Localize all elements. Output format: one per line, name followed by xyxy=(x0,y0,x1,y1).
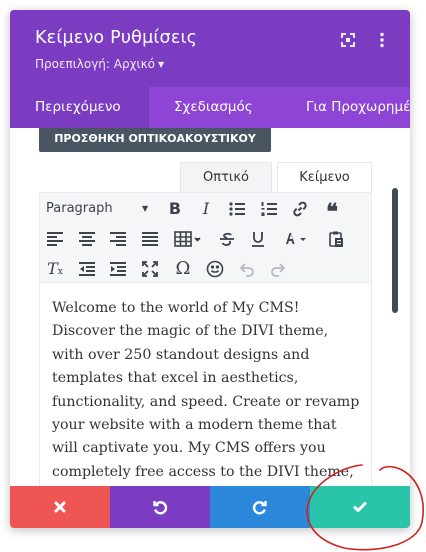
check-icon xyxy=(353,502,367,512)
undo-icon[interactable] xyxy=(236,258,258,280)
caret-down-icon: ▼ xyxy=(158,60,165,69)
fullscreen-icon[interactable] xyxy=(139,258,161,280)
special-character-icon[interactable]: Ω xyxy=(172,258,194,280)
undo-button[interactable] xyxy=(110,486,210,528)
paste-icon[interactable] xyxy=(325,228,347,250)
format-select-value: Paragraph xyxy=(46,201,113,216)
outdent-icon[interactable] xyxy=(76,258,98,280)
strikethrough-icon[interactable] xyxy=(216,228,238,250)
tab-content[interactable]: Περιεχόμενο xyxy=(10,87,149,128)
preset-dropdown[interactable]: Προεπιλογή: Αρχικό ▼ xyxy=(35,57,164,71)
numbered-list-icon[interactable] xyxy=(258,198,280,220)
modal-footer xyxy=(10,486,410,528)
italic-icon[interactable]: I xyxy=(195,198,217,220)
bullet-list-icon[interactable] xyxy=(226,198,248,220)
add-media-button[interactable]: ΠΡΟΣΘΗΚΗ ΟΠΤΙΚΟΑΚΟΥΣΤΙΚΟΥ xyxy=(39,128,271,152)
preset-label: Προεπιλογή: Αρχικό xyxy=(35,57,155,71)
content-panel: ΠΡΟΣΘΗΚΗ ΟΠΤΙΚΟΑΚΟΥΣΤΙΚΟΥ Οπτικό Κείμενο… xyxy=(10,128,410,486)
tab-advanced[interactable]: Για Προχωρημέ xyxy=(306,87,410,128)
scrollbar[interactable] xyxy=(392,188,398,313)
cancel-button[interactable] xyxy=(10,486,110,528)
caret-down-icon: ▼ xyxy=(142,204,149,213)
close-icon xyxy=(54,501,66,513)
justify-icon[interactable] xyxy=(139,228,161,250)
indent-icon[interactable] xyxy=(107,258,129,280)
underline-icon[interactable] xyxy=(247,228,269,250)
text-settings-modal: Κείμενο Ρυθμίσεις Προεπιλογή: Αρχικό ▼ Πε… xyxy=(10,10,410,528)
tab-text[interactable]: Κείμενο xyxy=(277,162,372,192)
undo-icon xyxy=(153,501,168,515)
bold-icon[interactable]: B xyxy=(164,198,186,220)
editor-body[interactable]: Welcome to the world of My CMS! Discover… xyxy=(39,282,372,486)
modal-header: Κείμενο Ρυθμίσεις Προεπιλογή: Αρχικό ▼ xyxy=(10,10,410,87)
clear-formatting-icon[interactable]: Tx xyxy=(44,258,66,280)
align-left-icon[interactable] xyxy=(44,228,66,250)
editor-mode-tabs: Οπτικό Κείμενο xyxy=(180,162,372,192)
redo-icon xyxy=(252,501,267,515)
more-vertical-icon[interactable] xyxy=(372,30,392,50)
editor-toolbar: Paragraph ▼ B I ❝ Tx Ω xyxy=(39,192,372,282)
redo-icon[interactable] xyxy=(267,258,289,280)
settings-tabs: Περιεχόμενο Σχεδιασμός Για Προχωρημέ xyxy=(10,87,410,128)
tab-design[interactable]: Σχεδιασμός xyxy=(174,87,253,128)
expand-icon[interactable] xyxy=(338,30,358,50)
emoji-icon[interactable] xyxy=(204,258,226,280)
save-button[interactable] xyxy=(310,486,410,528)
modal-title: Κείμενο Ρυθμίσεις xyxy=(35,28,198,48)
blockquote-icon[interactable]: ❝ xyxy=(321,198,343,225)
link-icon[interactable] xyxy=(289,198,311,220)
table-icon[interactable] xyxy=(172,228,204,250)
align-right-icon[interactable] xyxy=(107,228,129,250)
tab-visual[interactable]: Οπτικό xyxy=(180,162,272,192)
text-color-icon[interactable] xyxy=(278,228,312,250)
redo-button[interactable] xyxy=(210,486,310,528)
align-center-icon[interactable] xyxy=(76,228,98,250)
format-select[interactable]: Paragraph ▼ xyxy=(46,198,156,220)
